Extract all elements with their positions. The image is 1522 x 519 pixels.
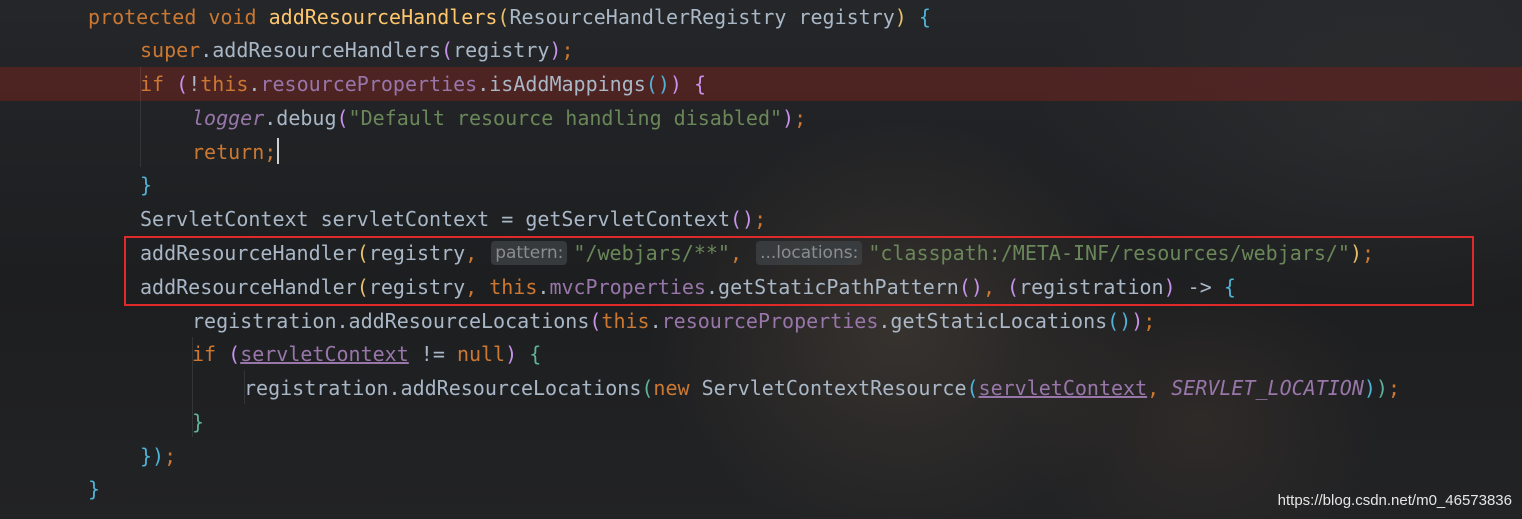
code-token: .getStaticLocations <box>878 309 1108 333</box>
code-token: ( <box>228 342 241 366</box>
code-token: "Default resource handling disabled" <box>348 106 783 130</box>
code-token: ) <box>1375 376 1388 400</box>
code-token: () <box>730 207 755 231</box>
code-token: { <box>918 5 931 29</box>
code-token: new <box>653 376 690 400</box>
code-token: return <box>192 140 265 164</box>
code-token: ServletContext servletContext = getServl… <box>140 207 731 231</box>
code-token: ( <box>497 5 510 29</box>
code-token: ; <box>561 38 574 62</box>
code-token: ! <box>188 72 201 96</box>
code-token: , <box>1147 376 1160 400</box>
code-line[interactable]: return; <box>192 135 280 169</box>
code-line[interactable]: } <box>192 405 204 439</box>
code-token: logger <box>192 106 265 130</box>
code-token: ; <box>164 444 177 468</box>
code-token: ) <box>549 38 562 62</box>
code-token: ; <box>1143 309 1156 333</box>
code-token: if <box>192 342 217 366</box>
code-token: null <box>456 342 506 366</box>
code-token: resourceProperties <box>661 309 879 333</box>
code-token: . <box>649 309 662 333</box>
code-token: { <box>693 72 707 96</box>
code-token: ; <box>794 106 807 130</box>
code-token: ) <box>1131 309 1144 333</box>
code-token: resourceProperties <box>260 72 478 96</box>
code-token: .isAddMappings <box>477 72 646 96</box>
code-token: ResourceHandlerRegistry registry <box>509 5 895 29</box>
code-token: servletContext <box>978 376 1148 400</box>
code-token: this <box>200 72 249 96</box>
code-token: { <box>529 342 542 366</box>
code-token: ) <box>505 342 518 366</box>
code-token: . <box>248 72 261 96</box>
code-token: () <box>1107 309 1132 333</box>
code-token: ( <box>641 376 654 400</box>
code-line[interactable]: ServletContext servletContext = getServl… <box>140 202 766 236</box>
code-line[interactable]: }); <box>140 439 176 473</box>
code-token: .debug <box>264 106 337 130</box>
code-token: } <box>88 477 101 501</box>
code-token: super <box>140 38 201 62</box>
code-line[interactable]: registration.addResourceLocations(new Se… <box>244 371 1400 405</box>
code-token: registry <box>453 38 550 62</box>
code-token: ( <box>589 309 602 333</box>
code-token: () <box>645 72 670 96</box>
code-token: protected <box>88 5 197 29</box>
code-token: addResourceHandlers <box>268 5 498 29</box>
code-line[interactable]: } <box>88 472 100 506</box>
code-token: != <box>408 342 457 366</box>
code-token: ) <box>669 72 682 96</box>
code-token: void <box>208 5 257 29</box>
code-token: ) <box>1363 376 1376 400</box>
code-token: registration.addResourceLocations <box>244 376 642 400</box>
code-token: ) <box>782 106 795 130</box>
code-line[interactable]: registration.addResourceLocations(this.r… <box>192 304 1155 338</box>
code-token: } <box>192 410 205 434</box>
code-token: ; <box>264 140 277 164</box>
code-token: } <box>140 173 153 197</box>
code-token: SERVLET_LOCATION <box>1171 376 1364 400</box>
code-line[interactable]: protected void addResourceHandlers(Resou… <box>88 0 931 34</box>
code-token: registration.addResourceLocations <box>192 309 590 333</box>
code-token: ; <box>754 207 767 231</box>
code-token: ) <box>894 5 907 29</box>
code-token: .addResourceHandlers <box>200 38 442 62</box>
annotation-highlight-box <box>124 236 1474 306</box>
watermark: https://blog.csdn.net/m0_46573836 <box>1277 492 1512 509</box>
code-token: ; <box>1387 376 1400 400</box>
code-line[interactable]: super.addResourceHandlers(registry); <box>140 33 574 67</box>
code-token: }) <box>140 444 165 468</box>
code-token: ( <box>176 72 189 96</box>
code-token: ( <box>966 376 979 400</box>
code-line[interactable]: if (servletContext != null) { <box>192 337 541 371</box>
code-token: ( <box>441 38 454 62</box>
code-token: if <box>140 72 165 96</box>
code-line[interactable]: if (!this.resourceProperties.isAddMappin… <box>140 67 706 101</box>
code-line[interactable]: logger.debug("Default resource handling … <box>192 101 806 135</box>
code-line[interactable]: } <box>140 168 152 202</box>
code-token: ( <box>336 106 349 130</box>
code-token: ServletContextResource <box>701 376 967 400</box>
code-token: servletContext <box>240 342 409 366</box>
code-token: this <box>601 309 650 333</box>
text-caret <box>277 138 280 164</box>
